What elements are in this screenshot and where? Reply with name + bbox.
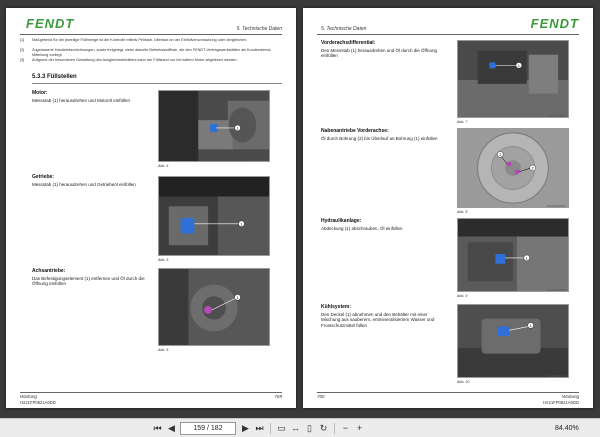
figure-code: FSL0001234572 [547, 289, 567, 292]
item-text-motor: Messstab (1) herausdrehen und Motoröl ei… [32, 98, 131, 103]
footer-rule [317, 392, 579, 393]
item-label-nabenantriebe: Nabenantriebe Vorderachse: [321, 128, 389, 134]
figure-caption: Abb. 10 [457, 380, 470, 384]
svg-text:1: 1 [518, 63, 520, 68]
fit-page-icon[interactable]: ▭ [276, 423, 287, 434]
viewer-toolbar: ⏮ ◀ 159 / 182 ▶ ⏭ ▭ ↔ ▯ ↻ − + 84.40% [0, 418, 600, 437]
item-label-motor: Motor: [32, 90, 48, 96]
figure-caption: Abb. 6 [158, 348, 169, 352]
figure-code: FSL0001234573 [547, 375, 567, 378]
item-text-achsantriebe: Das Befestigungselement (1) entfernen un… [32, 276, 145, 287]
item-label-vorderachsdifferential: Vorderachsdifferential: [321, 40, 376, 46]
front-axle-differential-photo: 1 [457, 40, 569, 118]
item-label-hydraulikanlage: Hydraulikanlage: [321, 218, 362, 224]
figure-code: FSL0001234568 [248, 253, 268, 256]
next-page-icon[interactable]: ▶ [240, 423, 251, 434]
svg-text:1: 1 [499, 152, 501, 157]
footnote-number: [2] [20, 48, 25, 52]
footnote-text: Aufgrund der besonderen Gestaltung des A… [32, 58, 238, 62]
rotate-icon[interactable]: ↻ [318, 423, 329, 434]
figure-code: FSL0001234571 [547, 205, 567, 208]
figure-caption: Abb. 8 [457, 210, 468, 214]
footnote-number: [3] [20, 58, 25, 62]
svg-text:2: 2 [531, 166, 533, 171]
chapter-header: 5. Technische Daten [236, 26, 282, 32]
footer-code: H221FP0621A0DD [20, 400, 56, 405]
transmission-photo: 1 [158, 176, 270, 256]
figure-caption: Abb. 4 [158, 164, 169, 168]
axle-drive-photo: 1 [158, 268, 270, 346]
section-title: 5.3.3 Füllstellen [32, 74, 77, 80]
svg-text:1: 1 [236, 295, 238, 300]
header-rule [20, 34, 282, 35]
item-text-nabenantriebe: Öl durch Bohrung (2) bis Überlauf an Boh… [321, 136, 438, 141]
footer-code: H221FP0621A0DD [543, 400, 579, 405]
toolbar-separator [334, 423, 335, 434]
hydraulic-system-photo: 1 [457, 218, 569, 292]
footnote-number: [1] [20, 38, 25, 42]
document-page-right: 5. Technische Daten FENDT Vorderachsdiff… [303, 8, 593, 408]
fit-width-icon[interactable]: ↔ [290, 423, 301, 434]
footnote-text: Zugelassene Handelsbezeichnungen, sowie … [32, 48, 272, 57]
figure-code: FSL0001234570 [547, 115, 567, 118]
item-text-vorderachsdifferential: Den Messstab (1) herausdrehen und Öl dur… [321, 48, 437, 59]
item-label-getriebe: Getriebe: [32, 174, 54, 180]
svg-text:1: 1 [530, 323, 532, 328]
footnote: [2] Zugelassene Handelsbezeichnungen, so… [20, 48, 272, 57]
footnote: [3] Aufgrund der besonderen Gestaltung d… [20, 58, 272, 63]
page-number: 700 [317, 394, 325, 399]
prev-page-icon[interactable]: ◀ [166, 423, 177, 434]
figure-caption: Abb. 7 [457, 120, 468, 124]
zoom-level[interactable]: 84.40% [555, 422, 579, 435]
item-text-getriebe: Messstab (1) herausdrehen und Getriebeöl… [32, 182, 136, 187]
item-text-hydraulikanlage: Abdeckung (1) abschrauben, Öl einfüllen [321, 226, 403, 231]
footer-title: Wartung [20, 394, 37, 399]
item-label-kuehlsystem: Kühlsystem: [321, 304, 352, 310]
item-text-kuehlsystem: Den Deckel (1) abnehmen und den Behälter… [321, 312, 435, 328]
chapter-header: 5. Technische Daten [321, 26, 367, 32]
two-page-icon[interactable]: ▯ [304, 423, 315, 434]
hub-drive-photo: 2 1 [457, 128, 569, 208]
page-number-input[interactable]: 159 / 182 [180, 422, 236, 435]
page-number: 769 [274, 394, 282, 399]
first-page-icon[interactable]: ⏮ [152, 423, 163, 434]
zoom-out-icon[interactable]: − [340, 423, 351, 434]
cooling-system-photo: 1 [457, 304, 569, 378]
figure-caption: Abb. 5 [158, 258, 169, 262]
figure-code: FSL0001234567 [248, 159, 268, 162]
engine-photo: 1 [158, 90, 270, 162]
svg-text:1: 1 [236, 126, 238, 131]
footnote-text: Maßgebend für die jeweilige Füllmenge is… [32, 38, 248, 42]
last-page-icon[interactable]: ⏭ [254, 423, 265, 434]
figure-code: FSL0001234569 [248, 343, 268, 346]
fendt-logo: FENDT [26, 16, 75, 31]
section-rule [32, 83, 282, 84]
svg-text:1: 1 [240, 221, 242, 226]
footnote: [1] Maßgebend für die jeweilige Füllmeng… [20, 38, 272, 43]
document-page-left: FENDT 5. Technische Daten [1] Maßgebend … [6, 8, 296, 408]
fendt-logo: FENDT [530, 16, 579, 31]
figure-caption: Abb. 9 [457, 294, 468, 298]
svg-text:1: 1 [526, 255, 528, 260]
item-label-achsantriebe: Achsantriebe: [32, 268, 66, 274]
header-rule [317, 34, 579, 35]
toolbar-separator [270, 423, 271, 434]
footer-rule [20, 392, 282, 393]
footer-title: Wartung [562, 394, 579, 399]
zoom-in-icon[interactable]: + [354, 423, 365, 434]
